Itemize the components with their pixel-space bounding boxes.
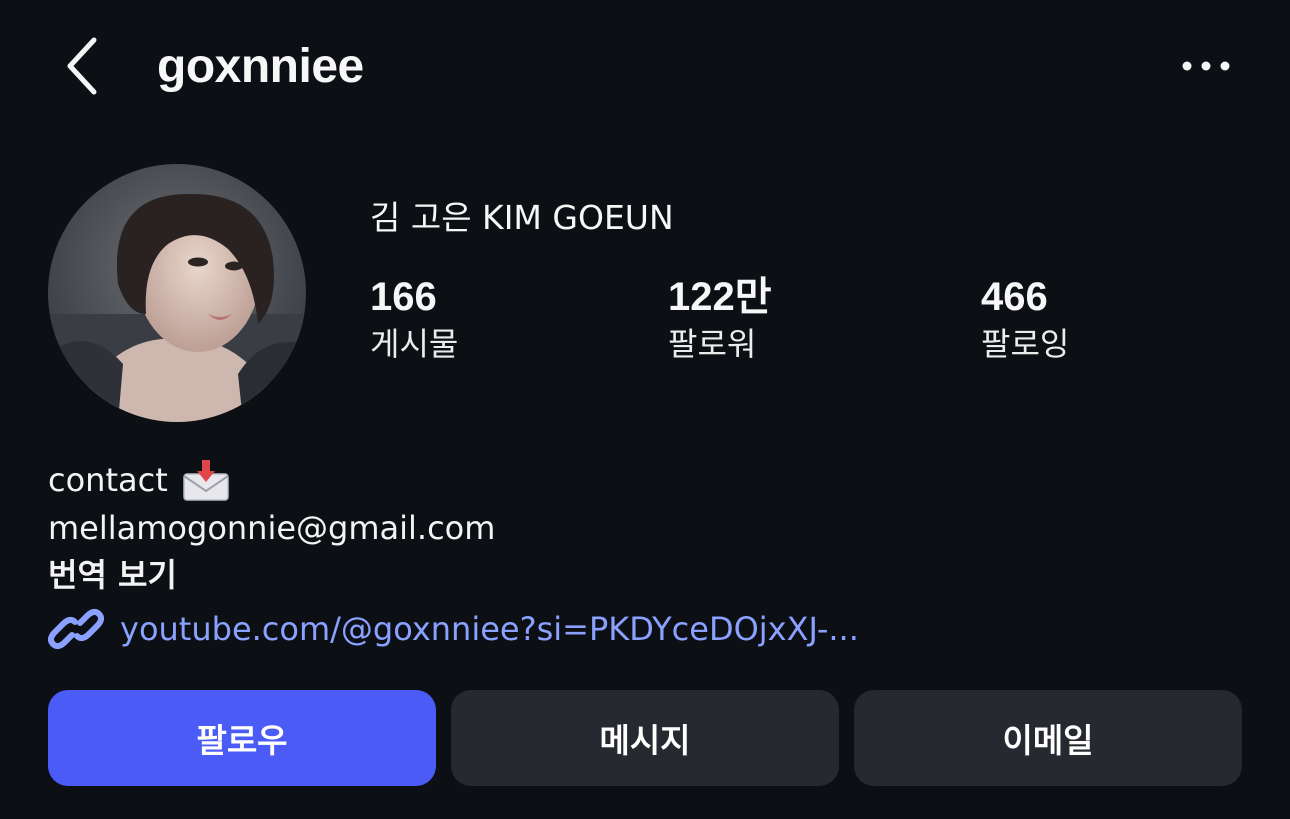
email-button[interactable]: 이메일 bbox=[854, 690, 1242, 786]
stat-following[interactable]: 466 팔로잉 bbox=[981, 274, 1069, 366]
message-button[interactable]: 메시지 bbox=[451, 690, 839, 786]
back-button[interactable] bbox=[58, 32, 110, 100]
stat-value: 122만 bbox=[668, 275, 772, 319]
bio-contact-text: contact bbox=[48, 461, 168, 499]
stat-value: 466 bbox=[981, 275, 1048, 319]
chevron-left-icon bbox=[67, 37, 97, 95]
link-icon bbox=[48, 608, 104, 650]
display-name: 김 고은 KIM GOEUN bbox=[370, 198, 674, 237]
top-bar: goxnniee bbox=[0, 0, 1290, 132]
stat-value: 166 bbox=[370, 275, 437, 319]
stat-followers[interactable]: 122만 팔로워 bbox=[668, 274, 772, 366]
stat-label: 팔로잉 bbox=[981, 325, 1070, 363]
bio-email-line: mellamogonnie@gmail.com bbox=[48, 509, 496, 547]
avatar[interactable] bbox=[48, 164, 306, 422]
more-options-button[interactable] bbox=[1176, 48, 1236, 84]
profile-photo bbox=[48, 164, 306, 422]
incoming-envelope-icon bbox=[182, 458, 230, 502]
stat-posts[interactable]: 166 게시물 bbox=[370, 274, 458, 366]
profile-username: goxnniee bbox=[157, 40, 364, 93]
bio-contact-line: contact bbox=[48, 458, 230, 502]
profile-link-text: youtube.com/@goxnniee?si=PKDYceDOjxXJ-..… bbox=[120, 610, 859, 648]
profile-link[interactable]: youtube.com/@goxnniee?si=PKDYceDOjxXJ-..… bbox=[48, 603, 859, 655]
profile-page: goxnniee 김 고은 KIM GOEUN 166 게시물 122만 팔로워… bbox=[0, 0, 1290, 819]
stat-label: 게시물 bbox=[370, 325, 459, 363]
translate-link[interactable]: 번역 보기 bbox=[48, 553, 177, 597]
follow-button[interactable]: 팔로우 bbox=[48, 690, 436, 786]
more-horizontal-icon bbox=[1182, 61, 1230, 71]
stat-label: 팔로워 bbox=[668, 325, 757, 363]
